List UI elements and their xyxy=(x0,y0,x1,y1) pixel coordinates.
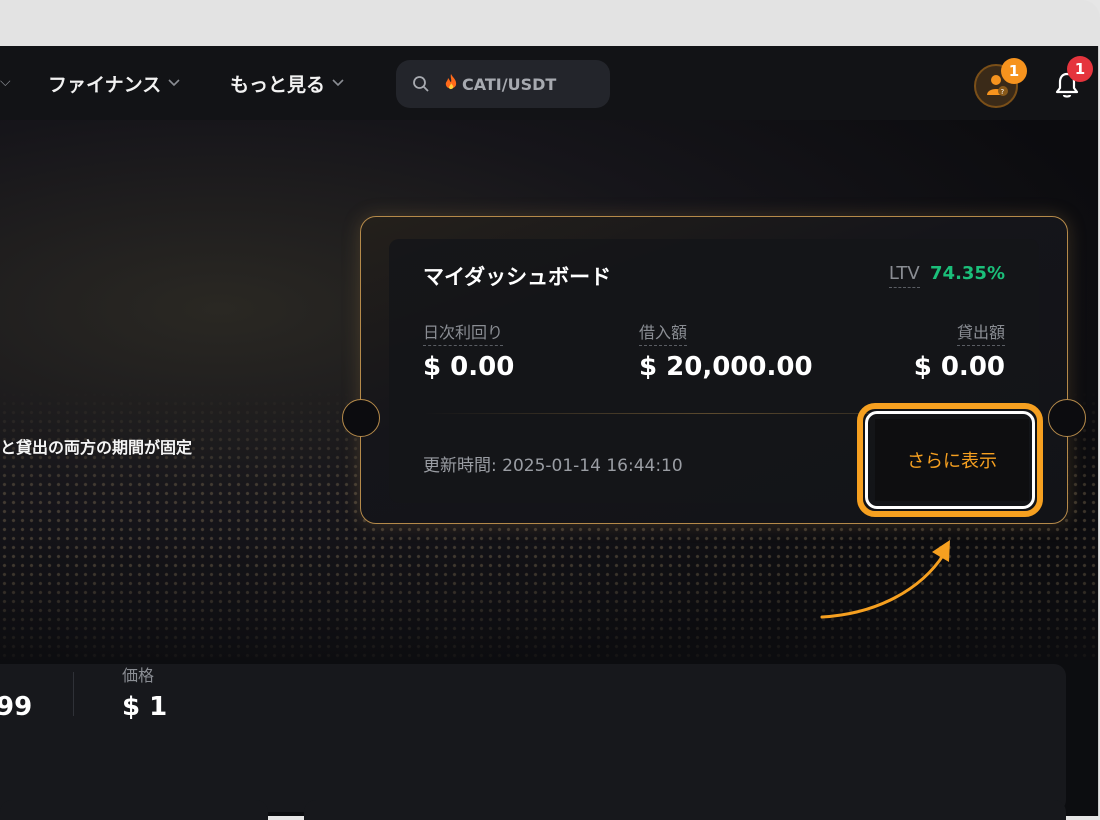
chevron-down-icon xyxy=(167,76,181,91)
show-more-button[interactable]: さらに表示 xyxy=(875,419,1029,501)
bottom-card-left xyxy=(0,800,268,820)
metric-value: $ 0.00 xyxy=(913,352,1005,382)
nav-item-more[interactable]: もっと見る xyxy=(230,70,345,97)
metric-label[interactable]: 借入額 xyxy=(639,319,688,346)
avatar-badge: 1 xyxy=(1001,58,1027,84)
metric-borrowed: 借入額 $ 20,000.00 xyxy=(639,319,813,382)
stat-value-partial: 99 xyxy=(0,692,33,722)
metric-value: $ 20,000.00 xyxy=(639,352,813,382)
nav-item-label: ファイナンス xyxy=(48,74,162,96)
metric-daily-yield: 日次利回り $ 0.00 xyxy=(423,319,514,382)
stats-panel xyxy=(0,664,1066,812)
search-input[interactable] xyxy=(460,73,584,95)
card-notch-right xyxy=(1048,399,1086,437)
card-notch-left xyxy=(342,399,380,437)
fire-icon xyxy=(444,73,458,95)
metric-label[interactable]: 日次利回り xyxy=(423,319,504,346)
window-chrome xyxy=(0,0,1100,46)
metric-label[interactable]: 貸出額 xyxy=(956,319,1005,346)
search-box[interactable] xyxy=(396,60,610,108)
bottom-card-right xyxy=(304,800,1066,820)
price-value: $ 1 xyxy=(122,692,168,722)
price-label: 価格 xyxy=(122,666,155,685)
stat-divider xyxy=(73,672,74,716)
search-icon xyxy=(410,73,432,95)
metric-lent: 貸出額 $ 0.00 xyxy=(914,319,1005,382)
dashboard-card: マイダッシュボード LTV 74.35% 日次利回り $ 0.00 借入額 $ … xyxy=(342,216,1086,524)
nav-item-label: もっと見る xyxy=(230,74,326,96)
ltv-label[interactable]: LTV xyxy=(888,263,920,288)
notification-badge: 1 xyxy=(1067,56,1093,82)
hero-text: と貸出の両方の期間が固定 xyxy=(0,438,193,457)
updated-timestamp: 更新時間: 2025-01-14 16:44:10 xyxy=(423,456,683,476)
top-nav: ⌵ ファイナンス もっと見る ? 1 xyxy=(0,46,1098,120)
arrow-icon xyxy=(820,540,950,619)
nav-item-finance[interactable]: ファイナンス xyxy=(48,70,181,97)
ltv-value: 74.35% xyxy=(930,263,1005,284)
dashboard-title: マイダッシュボード xyxy=(423,265,612,289)
chevron-down-icon xyxy=(331,76,345,91)
ltv-indicator: LTV 74.35% xyxy=(888,263,1005,288)
svg-text:?: ? xyxy=(1001,88,1005,96)
chevron-down-icon[interactable]: ⌵ xyxy=(0,74,11,90)
metric-value: $ 0.00 xyxy=(423,352,515,382)
